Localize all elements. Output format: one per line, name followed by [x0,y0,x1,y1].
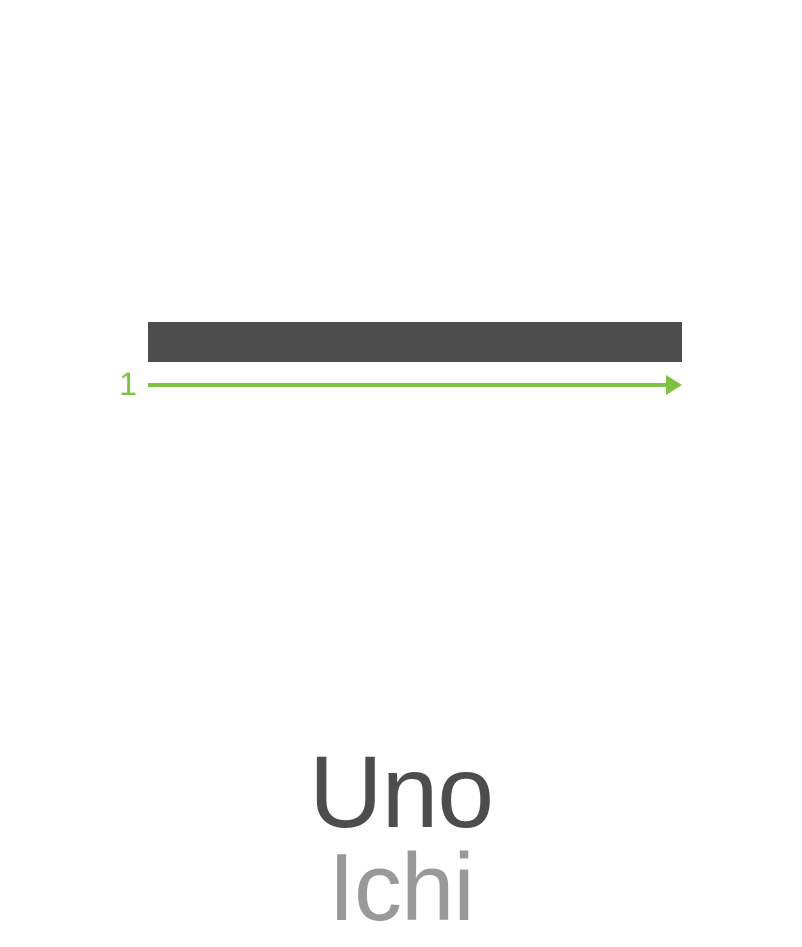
horizontal-stroke [148,322,682,362]
arrow-head [666,375,682,395]
word-secondary: Ichi [328,834,474,941]
stroke-number-label: 1 [119,366,137,402]
word-primary: Uno [308,735,494,849]
stroke-direction-arrow-icon [148,375,682,395]
